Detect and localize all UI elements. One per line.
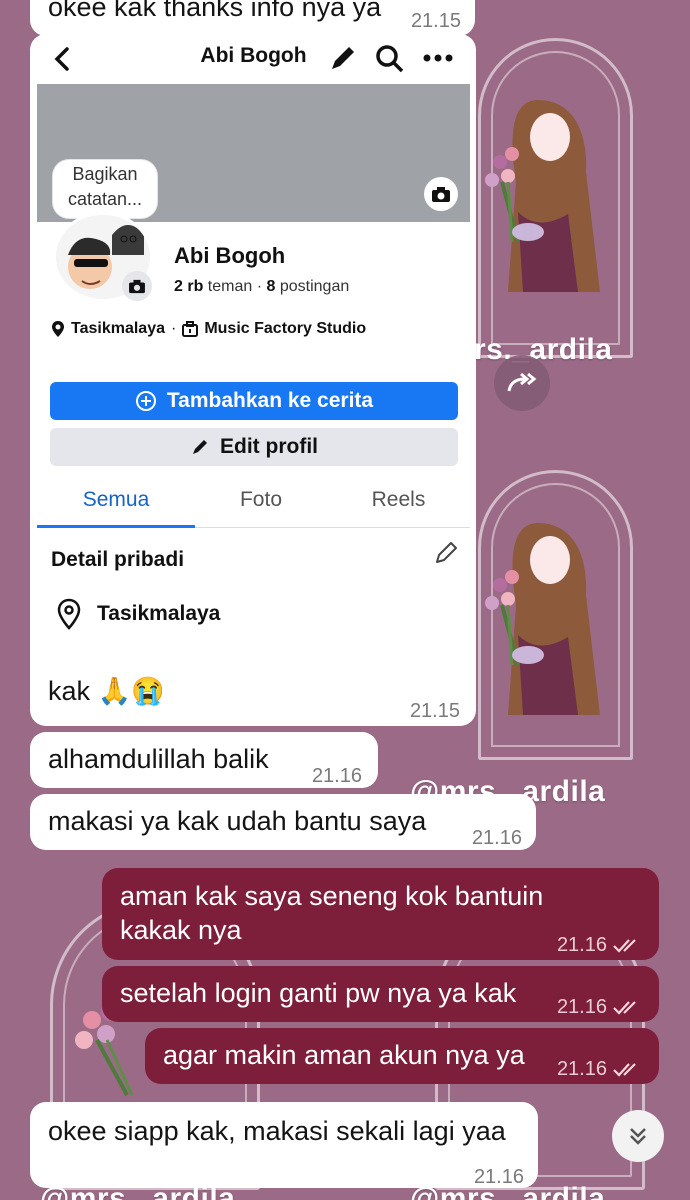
tab-reels[interactable]: Reels bbox=[327, 488, 470, 512]
forward-icon bbox=[507, 372, 537, 392]
fb-header-title: Abi Bogoh bbox=[200, 44, 307, 67]
tab-photos[interactable]: Foto bbox=[195, 488, 327, 512]
message-text-line1: aman kak saya seneng kok bantuin bbox=[120, 881, 544, 911]
message-bubble-incoming[interactable]: makasi ya kak udah bantu saya 21.16 bbox=[30, 794, 536, 850]
fb-top-bar: Abi Bogoh bbox=[37, 40, 470, 84]
message-bubble-incoming[interactable]: alhamdulillah balik 21.16 bbox=[30, 732, 378, 788]
message-time: 21.16 bbox=[471, 827, 522, 849]
message-time: 21.15 bbox=[410, 10, 461, 32]
cover-camera-button[interactable] bbox=[424, 177, 458, 211]
message-text: okee kak thanks info nya ya bbox=[48, 0, 382, 22]
message-bubble-incoming[interactable]: okee kak thanks info nya ya 21.15 bbox=[30, 0, 475, 36]
fb-workplace-text: Music Factory Studio bbox=[204, 320, 367, 337]
fb-profile-tabs: Semua Foto Reels bbox=[37, 478, 470, 528]
message-bubble-outgoing[interactable]: setelah login ganti pw nya ya kak 21.16 bbox=[102, 966, 659, 1022]
message-caption: kak 🙏😭 bbox=[48, 676, 165, 706]
read-receipt-icon bbox=[613, 939, 636, 953]
scroll-to-bottom-button[interactable] bbox=[612, 1110, 664, 1162]
forward-button[interactable] bbox=[494, 355, 550, 411]
edit-profile-button[interactable]: Edit profil bbox=[50, 428, 458, 466]
avatar-camera-button[interactable] bbox=[122, 271, 152, 301]
message-time: 21.15 bbox=[409, 700, 460, 722]
fb-details-location-row: Tasikmalaya bbox=[57, 598, 220, 630]
briefcase-icon bbox=[182, 321, 199, 337]
message-bubble-outgoing[interactable]: aman kak saya seneng kok bantuin kakak n… bbox=[102, 868, 659, 960]
message-bubble-incoming[interactable]: okee siapp kak, makasi sekali lagi yaa 2… bbox=[30, 1102, 538, 1188]
message-text: setelah login ganti pw nya ya kak bbox=[120, 978, 517, 1008]
message-time: 21.16 bbox=[473, 1166, 524, 1188]
fb-profile-stats: 2 rb teman · 8 postingan bbox=[174, 278, 350, 295]
read-receipt-icon bbox=[613, 1063, 636, 1077]
message-text: alhamdulillah balik bbox=[48, 744, 269, 774]
pencil-icon bbox=[332, 47, 354, 69]
tab-all[interactable]: Semua bbox=[37, 488, 195, 512]
wallpaper-watermark-1: rs._ardila bbox=[474, 333, 613, 366]
location-pin-icon bbox=[57, 598, 81, 630]
message-bubble-outgoing[interactable]: agar makin aman akun nya ya 21.16 bbox=[145, 1028, 659, 1084]
message-text-line2: kakak nya bbox=[120, 915, 242, 945]
search-icon bbox=[376, 45, 404, 73]
fb-profile-name: Abi Bogoh bbox=[174, 243, 286, 268]
active-tab-indicator bbox=[37, 525, 195, 528]
camera-icon bbox=[129, 279, 145, 293]
location-pin-icon bbox=[52, 321, 64, 337]
pencil-icon bbox=[193, 440, 207, 454]
edit-details-pencil-icon[interactable] bbox=[433, 540, 459, 566]
message-time-status: 21.16 bbox=[557, 928, 643, 962]
fb-share-note[interactable]: Bagikan catatan... bbox=[53, 160, 157, 218]
read-receipt-icon bbox=[613, 1001, 636, 1015]
camera-icon bbox=[432, 186, 450, 202]
more-options-icon bbox=[423, 54, 453, 62]
facebook-profile-screenshot[interactable]: Abi Bogoh Bagikan catatan... Abi Bogoh 2… bbox=[37, 40, 470, 652]
message-text: agar makin aman akun nya ya bbox=[163, 1040, 525, 1070]
fb-location-text: Tasikmalaya bbox=[71, 320, 165, 337]
wallpaper-hijab-illustration-1 bbox=[485, 100, 600, 292]
double-chevron-down-icon bbox=[630, 1128, 646, 1145]
message-time-status: 21.16 bbox=[557, 990, 643, 1024]
fb-profile-info-row: Tasikmalaya · Music Factory Studio bbox=[51, 320, 366, 338]
fb-personal-details-title: Detail pribadi bbox=[51, 548, 185, 571]
message-text: makasi ya kak udah bantu saya bbox=[48, 806, 427, 836]
message-time-status: 21.16 bbox=[557, 1052, 643, 1086]
wallpaper-hijab-illustration-2 bbox=[485, 523, 600, 715]
add-to-story-button[interactable]: Tambahkan ke cerita bbox=[50, 382, 458, 420]
message-text: okee siapp kak, makasi sekali lagi yaa bbox=[48, 1116, 506, 1146]
message-time: 21.16 bbox=[311, 765, 362, 787]
plus-circle-icon bbox=[135, 391, 156, 411]
